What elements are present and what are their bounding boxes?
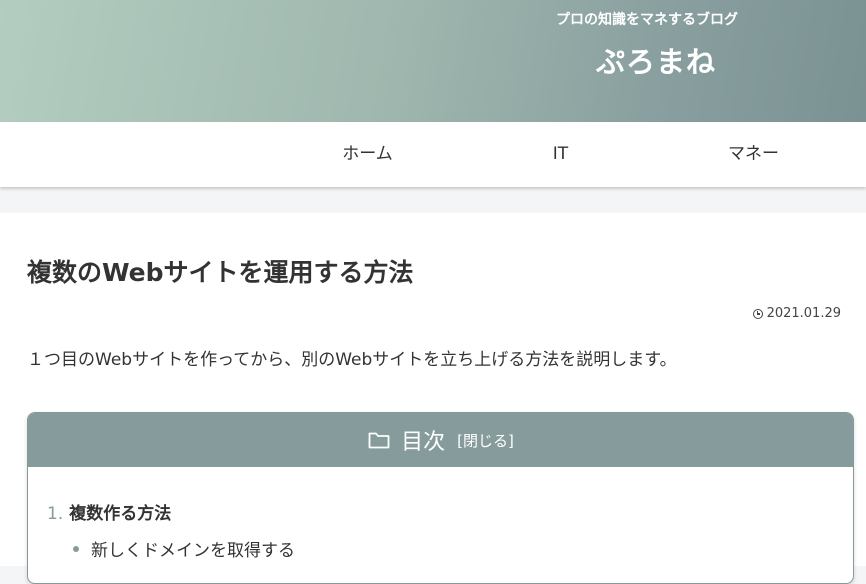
site-header: プロの知識をマネするブログ ぷろまね xyxy=(0,0,866,122)
table-of-contents: 目次 [閉じる] 1. 複数作る方法 新しくドメインを取得する xyxy=(27,412,854,584)
post-date: 2021.01.29 xyxy=(752,306,841,321)
toc-subitem[interactable]: 新しくドメインを取得する xyxy=(73,536,295,561)
clock-icon xyxy=(752,308,763,319)
article: 複数のWebサイトを運用する方法 2021.01.29 １つ目のWebサイトを作… xyxy=(0,213,866,584)
folder-icon xyxy=(368,432,390,449)
global-nav: ホーム IT マネー xyxy=(0,122,866,187)
site-title[interactable]: ぷろまね xyxy=(596,39,716,81)
bullet-icon xyxy=(73,545,79,552)
toc-item[interactable]: 1. 複数作る方法 新しくドメインを取得する xyxy=(47,499,295,561)
toc-toggle-link[interactable]: [閉じる] xyxy=(457,430,514,451)
page-title: 複数のWebサイトを運用する方法 xyxy=(27,258,414,287)
article-lead: １つ目のWebサイトを作ってから、別のWebサイトを立ち上げる方法を説明します。 xyxy=(27,350,677,370)
toc-item-label[interactable]: 複数作る方法 xyxy=(69,504,171,524)
post-date-text: 2021.01.29 xyxy=(766,306,841,321)
site-tagline: プロの知識をマネするブログ xyxy=(556,12,738,28)
nav-item-home[interactable]: ホーム xyxy=(271,122,464,187)
toc-title: 目次 xyxy=(401,430,446,455)
toc-subitem-label[interactable]: 新しくドメインを取得する xyxy=(91,536,295,561)
toc-item-number: 1. xyxy=(47,504,64,524)
toc-header: 目次 [閉じる] xyxy=(28,413,853,467)
toc-sublist: 新しくドメインを取得する xyxy=(73,536,295,561)
nav-item-money[interactable]: マネー xyxy=(657,122,850,187)
nav-item-it[interactable]: IT xyxy=(464,122,657,187)
toc-list: 1. 複数作る方法 新しくドメインを取得する xyxy=(47,499,295,561)
